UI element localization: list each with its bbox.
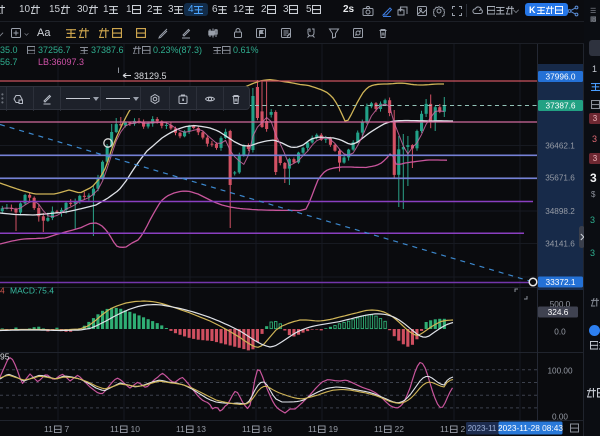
svg-text:324.6: 324.6: [548, 307, 569, 317]
svg-text:37996.0: 37996.0: [546, 72, 576, 82]
svg-text:11: 11: [176, 424, 185, 434]
svg-text:11: 11: [242, 424, 251, 434]
svg-text:16: 16: [263, 424, 273, 434]
svg-text:7: 7: [65, 424, 70, 434]
svg-text:2: 2: [461, 424, 466, 434]
svg-text:38129.5: 38129.5: [134, 71, 167, 81]
svg-text:MACD:75.4: MACD:75.4: [10, 286, 54, 296]
svg-text:22: 22: [395, 424, 405, 434]
svg-text:33372.1: 33372.1: [546, 277, 576, 287]
svg-text:100.00: 100.00: [547, 367, 572, 376]
svg-text:0.0: 0.0: [554, 328, 566, 337]
svg-text:2023-11: 2023-11: [468, 424, 497, 433]
svg-text:2023-11-28 08:43: 2023-11-28 08:43: [498, 423, 563, 433]
svg-text:11: 11: [374, 424, 383, 434]
svg-text:10: 10: [131, 424, 141, 434]
svg-text:36462.1: 36462.1: [545, 142, 575, 151]
svg-text:37387.6: 37387.6: [546, 101, 576, 111]
svg-text:95: 95: [0, 352, 10, 362]
svg-text:35671.6: 35671.6: [545, 174, 575, 183]
svg-text:11: 11: [440, 424, 449, 434]
svg-text:11: 11: [110, 424, 119, 434]
svg-text:11: 11: [44, 424, 53, 434]
svg-text:0.00: 0.00: [552, 413, 568, 422]
svg-text:19: 19: [329, 424, 339, 434]
svg-text:34141.6: 34141.6: [545, 240, 575, 249]
svg-text:11: 11: [308, 424, 317, 434]
svg-text:4: 4: [0, 286, 5, 296]
svg-text:34898.2: 34898.2: [545, 207, 575, 216]
svg-text:13: 13: [197, 424, 207, 434]
